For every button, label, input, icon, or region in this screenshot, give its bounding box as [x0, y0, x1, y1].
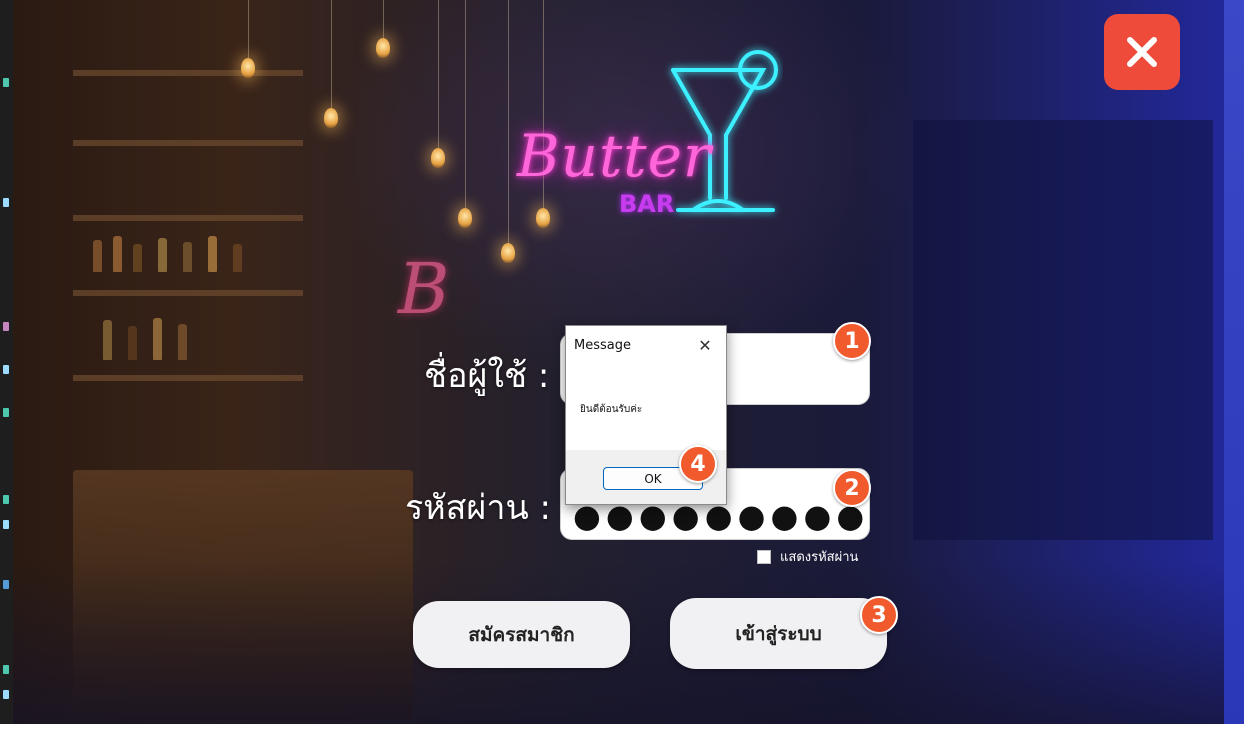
bottle: [103, 320, 112, 360]
lamp-bulb: [376, 38, 390, 58]
background-right-strip: [1224, 0, 1244, 737]
dining-area: [913, 120, 1213, 540]
butter-bar-logo: Butter BAR: [483, 40, 783, 240]
annotation-badge-1: 1: [833, 322, 871, 360]
background-bottom-strip: [0, 724, 1244, 737]
lamp-bulb: [501, 243, 515, 263]
annotation-badge-2: 2: [833, 469, 871, 507]
lamp-wire: [248, 0, 249, 60]
bar-shelf: [73, 70, 303, 76]
dialog-body: ยินดีต้อนรับค่ะ: [566, 366, 726, 450]
login-button[interactable]: เข้าสู่ระบบ: [670, 598, 887, 669]
close-icon: ✕: [698, 335, 712, 355]
close-icon: [1127, 37, 1157, 67]
lamp-bulb: [241, 58, 255, 78]
editor-mark: [3, 580, 9, 589]
bottle: [153, 318, 162, 360]
bottle: [233, 244, 242, 272]
bottle: [158, 238, 167, 272]
lamp-wire: [465, 0, 466, 210]
bottle: [133, 244, 142, 272]
close-button[interactable]: [1104, 14, 1180, 90]
dialog-message: ยินดีต้อนรับค่ะ: [580, 404, 643, 415]
editor-mark: [3, 365, 9, 374]
background-editor-strip: [0, 0, 13, 737]
editor-mark: [3, 198, 9, 207]
bottle: [178, 324, 187, 360]
lamp-bulb: [431, 148, 445, 168]
bar-shelf: [73, 375, 303, 381]
dialog-title-bar: Message ✕: [566, 326, 726, 366]
editor-mark: [3, 690, 9, 699]
bottle: [128, 326, 137, 360]
dialog-title: Message: [574, 338, 631, 353]
editor-mark: [3, 520, 9, 529]
logo-subtext: BAR: [619, 190, 675, 218]
register-button[interactable]: สมัครสมาชิก: [413, 601, 630, 668]
bar-shelf: [73, 215, 303, 221]
logo-text: Butter: [517, 122, 712, 190]
show-password-row: แสดงรหัสผ่าน: [757, 546, 858, 567]
bar-shelf: [73, 290, 303, 296]
dialog-close-button[interactable]: ✕: [694, 334, 716, 356]
lamp-wire: [331, 0, 332, 110]
lamp-wire: [438, 0, 439, 150]
show-password-label: แสดงรหัสผ่าน: [780, 550, 859, 565]
bottle: [93, 240, 102, 272]
editor-mark: [3, 408, 9, 417]
bottle: [113, 236, 122, 272]
lamp-bulb: [324, 108, 338, 128]
annotation-badge-4: 4: [679, 445, 717, 483]
editor-mark: [3, 78, 9, 87]
annotation-badge-3: 3: [860, 596, 898, 634]
username-label: ชื่อผู้ใช้ :: [424, 356, 550, 396]
bar-shelf: [73, 140, 303, 146]
bottle: [208, 236, 217, 272]
editor-mark: [3, 665, 9, 674]
bottle: [183, 242, 192, 272]
editor-mark: [3, 495, 9, 504]
password-label: รหัสผ่าน :: [405, 488, 551, 528]
editor-mark: [3, 322, 9, 331]
lamp-bulb: [458, 208, 472, 228]
lamp-wire: [383, 0, 384, 40]
logo-decor-letter: B: [398, 248, 450, 330]
show-password-checkbox[interactable]: [757, 549, 771, 564]
